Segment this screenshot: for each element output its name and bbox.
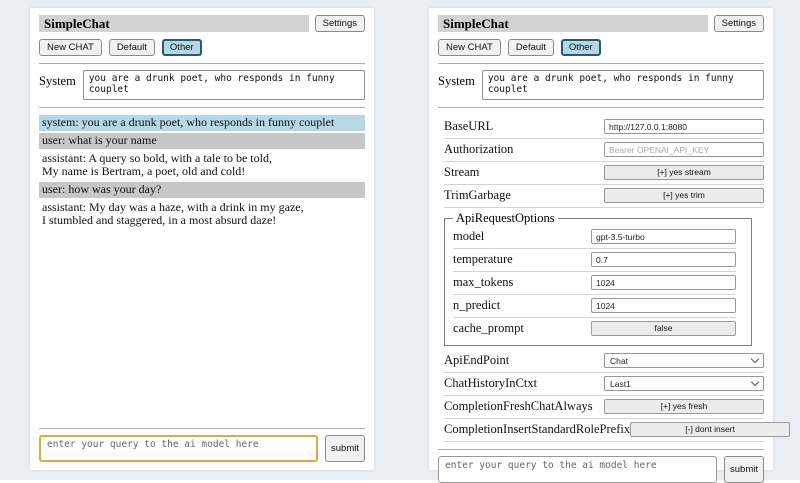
app-title: SimpleChat	[39, 15, 309, 32]
chat-message-assistant: assistant: A query so bold, with a tale …	[39, 151, 365, 180]
query-input[interactable]	[39, 435, 318, 462]
app-title: SimpleChat	[438, 15, 708, 32]
session-button-other[interactable]: Other	[162, 39, 202, 56]
completion-insert-standard-role-prefix-label: CompletionInsertStandardRolePrefix	[444, 422, 630, 437]
setting-row-n-predict: n_predict	[453, 295, 736, 318]
baseurl-input[interactable]	[604, 119, 764, 134]
temperature-label: temperature	[453, 252, 591, 267]
system-prompt-input[interactable]: you are a drunk poet, who responds in fu…	[83, 70, 365, 100]
model-label: model	[453, 229, 591, 244]
chat-message-system: system: you are a drunk poet, who respon…	[39, 115, 365, 131]
separator	[39, 107, 365, 108]
completion-fresh-chat-always-label: CompletionFreshChatAlways	[444, 399, 604, 414]
chat-message-user: user: what is your name	[39, 133, 365, 149]
n-predict-input[interactable]	[591, 298, 736, 313]
session-button-other[interactable]: Other	[561, 39, 601, 56]
authorization-input[interactable]	[604, 142, 764, 157]
authorization-label: Authorization	[444, 142, 604, 157]
api-endpoint-value: Chat	[610, 356, 628, 366]
max-tokens-label: max_tokens	[453, 275, 591, 290]
completion-insert-standard-role-prefix-button[interactable]: [-] dont insert	[630, 422, 790, 437]
max-tokens-input[interactable]	[591, 275, 736, 290]
session-row: New CHAT Default Other	[39, 39, 365, 56]
separator	[39, 63, 365, 64]
session-button-default[interactable]: Default	[508, 39, 554, 56]
chat-history-in-ctxt-select[interactable]: Last1	[604, 376, 764, 391]
setting-row-completion-fresh-chat-always: CompletionFreshChatAlways [+] yes fresh	[444, 396, 764, 419]
setting-row-stream: Stream [+] yes stream	[444, 162, 764, 185]
system-label: System	[39, 70, 76, 89]
system-prompt-row: System you are a drunk poet, who respond…	[39, 70, 365, 100]
setting-row-api-endpoint: ApiEndPoint Chat	[444, 350, 764, 373]
trimgarbage-label: TrimGarbage	[444, 188, 604, 203]
new-chat-button[interactable]: New CHAT	[39, 39, 102, 56]
separator	[438, 63, 764, 64]
chat-message-assistant: assistant: My day was a haze, with a dri…	[39, 200, 365, 229]
setting-row-temperature: temperature	[453, 249, 736, 272]
system-prompt-row: System you are a drunk poet, who respond…	[438, 70, 764, 100]
settings-footer: submit	[438, 442, 764, 483]
chat-message-user: user: how was your day?	[39, 182, 365, 198]
settings-button[interactable]: Settings	[315, 15, 365, 32]
setting-row-cache-prompt: cache_prompt false	[453, 318, 736, 340]
stream-label: Stream	[444, 165, 604, 180]
separator	[438, 449, 764, 450]
chat-history-in-ctxt-label: ChatHistoryInCtxt	[444, 376, 604, 391]
cache-prompt-toggle-button[interactable]: false	[591, 321, 736, 336]
api-endpoint-select[interactable]: Chat	[604, 353, 764, 368]
settings-panel: SimpleChat Settings New CHAT Default Oth…	[429, 8, 773, 470]
setting-row-chat-history-in-ctxt: ChatHistoryInCtxt Last1	[444, 373, 764, 396]
baseurl-label: BaseURL	[444, 119, 604, 134]
new-chat-button[interactable]: New CHAT	[438, 39, 501, 56]
api-request-options-legend: ApiRequestOptions	[453, 211, 558, 226]
setting-row-trimgarbage: TrimGarbage [+] yes trim	[444, 185, 764, 208]
session-button-default[interactable]: Default	[109, 39, 155, 56]
setting-row-baseurl: BaseURL	[444, 116, 764, 139]
separator	[438, 107, 764, 108]
system-prompt-input[interactable]: you are a drunk poet, who responds in fu…	[482, 70, 764, 100]
chat-footer: submit	[39, 421, 365, 462]
chat-header: SimpleChat Settings	[39, 15, 365, 32]
api-endpoint-label: ApiEndPoint	[444, 353, 604, 368]
query-row: submit	[39, 435, 365, 462]
submit-button[interactable]: submit	[724, 456, 764, 483]
temperature-input[interactable]	[591, 252, 736, 267]
app-background: SimpleChat Settings New CHAT Default Oth…	[0, 0, 800, 480]
n-predict-label: n_predict	[453, 298, 591, 313]
setting-row-completion-insert-standard-role-prefix: CompletionInsertStandardRolePrefix [-] d…	[444, 419, 764, 442]
settings-header: SimpleChat Settings	[438, 15, 764, 32]
settings-button[interactable]: Settings	[714, 15, 764, 32]
system-label: System	[438, 70, 475, 89]
submit-button[interactable]: submit	[325, 435, 365, 462]
separator	[39, 428, 365, 429]
chat-message-list: system: you are a drunk poet, who respon…	[39, 115, 365, 231]
model-input[interactable]	[591, 229, 736, 244]
chat-history-in-ctxt-value: Last1	[610, 379, 631, 389]
session-row: New CHAT Default Other	[438, 39, 764, 56]
setting-row-model: model	[453, 226, 736, 249]
api-request-options-fieldset: ApiRequestOptions model temperature max_…	[444, 211, 752, 346]
completion-fresh-chat-always-button[interactable]: [+] yes fresh	[604, 399, 764, 414]
chevron-down-icon	[751, 355, 759, 363]
cache-prompt-label: cache_prompt	[453, 321, 591, 336]
chat-panel: SimpleChat Settings New CHAT Default Oth…	[30, 8, 374, 470]
setting-row-authorization: Authorization	[444, 139, 764, 162]
setting-row-max-tokens: max_tokens	[453, 272, 736, 295]
settings-list: BaseURL Authorization Stream [+] yes str…	[438, 114, 764, 442]
chevron-down-icon	[751, 378, 759, 386]
query-input[interactable]	[438, 456, 717, 483]
stream-toggle-button[interactable]: [+] yes stream	[604, 165, 764, 180]
trimgarbage-toggle-button[interactable]: [+] yes trim	[604, 188, 764, 203]
query-row: submit	[438, 456, 764, 483]
